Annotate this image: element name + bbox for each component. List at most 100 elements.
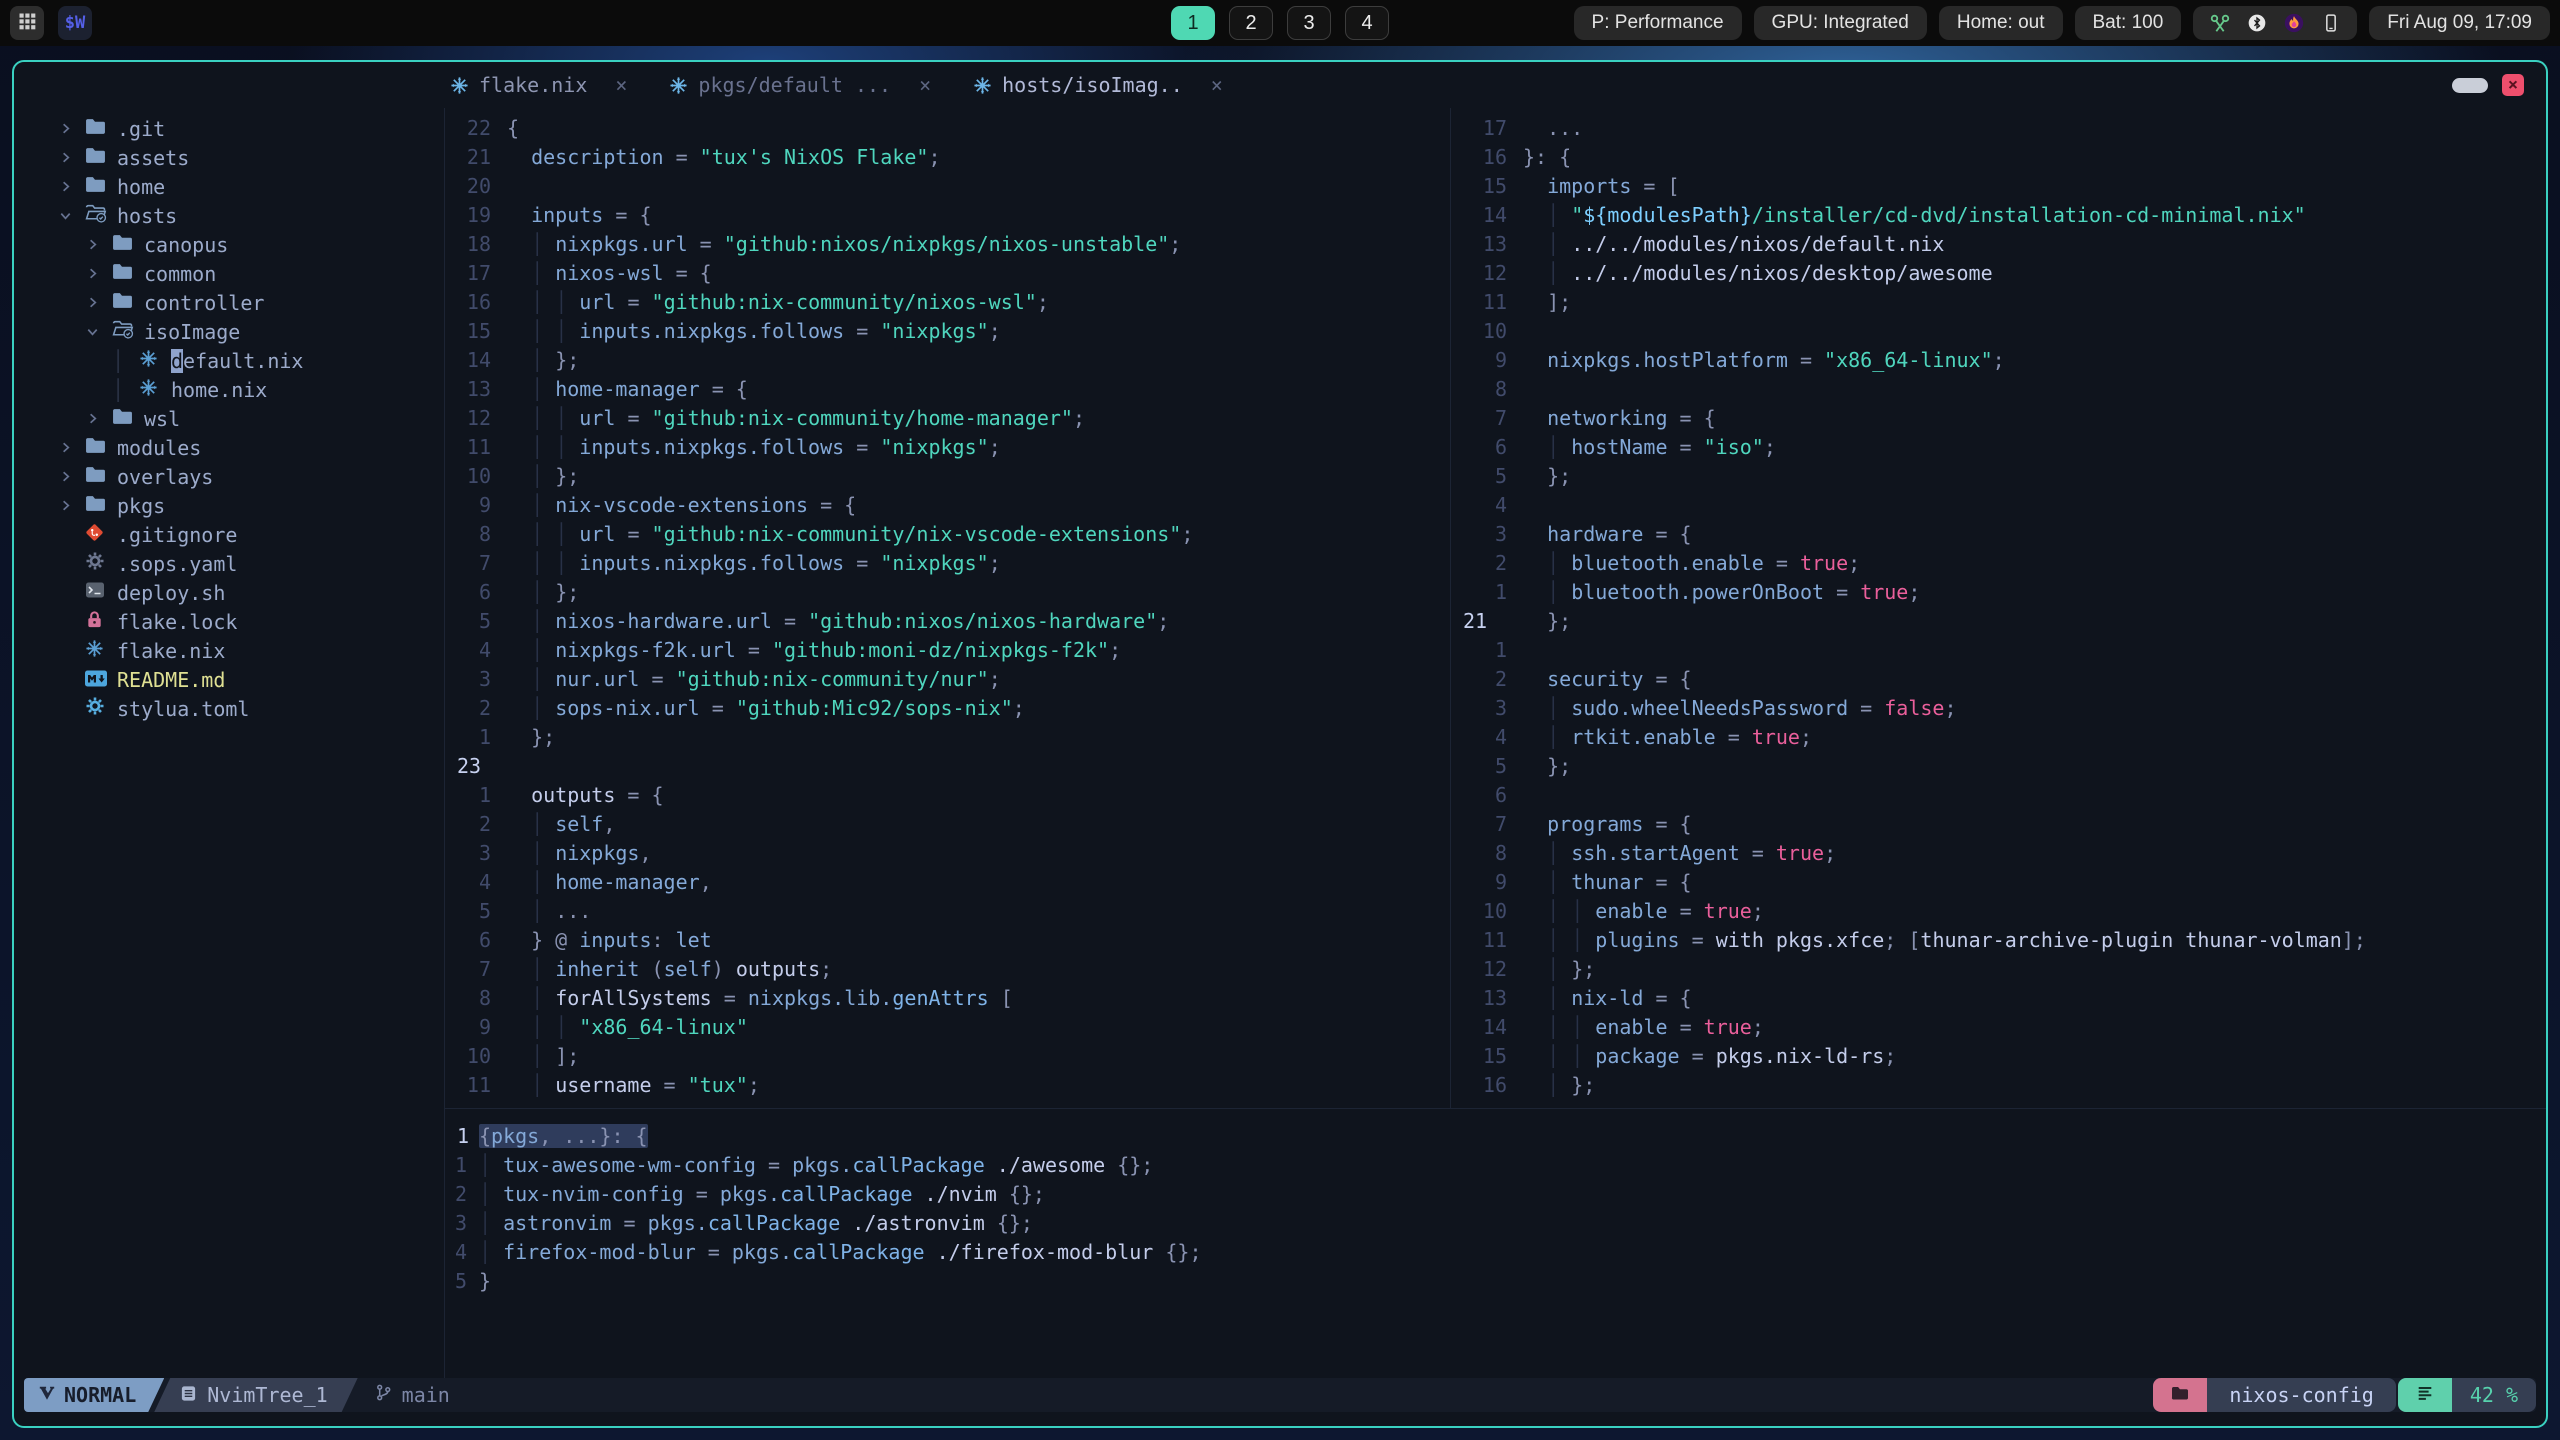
workspace-button-4[interactable]: 4: [1345, 6, 1389, 40]
close-button[interactable]: ×: [2502, 74, 2524, 96]
code-line[interactable]: 22{: [445, 114, 1450, 143]
code-line[interactable]: 10 │ ];: [445, 1042, 1450, 1071]
code-line[interactable]: 6: [1451, 781, 2546, 810]
code-line[interactable]: 8 │ │ url = "github:nix-community/nix-vs…: [445, 520, 1450, 549]
tab-close-icon[interactable]: ×: [1211, 73, 1223, 97]
code-line[interactable]: 2 │ sops-nix.url = "github:Mic92/sops-ni…: [445, 694, 1450, 723]
code-line[interactable]: 16 │ │ url = "github:nix-community/nixos…: [445, 288, 1450, 317]
workspace-button-2[interactable]: 2: [1229, 6, 1273, 40]
code-line[interactable]: 18 │ nixpkgs.url = "github:nixos/nixpkgs…: [445, 230, 1450, 259]
tree-item-controller[interactable]: controller: [14, 288, 444, 317]
window-toggle-pill[interactable]: [2452, 77, 2488, 93]
workspace-button-3[interactable]: 3: [1287, 6, 1331, 40]
code-line[interactable]: 1 };: [445, 723, 1450, 752]
code-line[interactable]: 17 │ nixos-wsl = {: [445, 259, 1450, 288]
editor-flake-nix[interactable]: 22{21 description = "tux's NixOS Flake";…: [445, 108, 1450, 1114]
tree-item-home-nix[interactable]: │ home.nix: [14, 375, 444, 404]
code-line[interactable]: 7 networking = {: [1451, 404, 2546, 433]
code-line[interactable]: 16}: {: [1451, 143, 2546, 172]
code-line[interactable]: 10 │ │ enable = true;: [1451, 897, 2546, 926]
code-line[interactable]: 21 description = "tux's NixOS Flake";: [445, 143, 1450, 172]
code-line[interactable]: 12 │ ../../modules/nixos/desktop/awesome: [1451, 259, 2546, 288]
tree-item-readme-md[interactable]: README.md: [14, 665, 444, 694]
code-line[interactable]: 23: [445, 752, 1450, 781]
code-line[interactable]: 3 │ nixpkgs,: [445, 839, 1450, 868]
code-line[interactable]: 15 │ │ package = pkgs.nix-ld-rs;: [1451, 1042, 2546, 1071]
code-line[interactable]: 12 │ };: [1451, 955, 2546, 984]
code-line[interactable]: 11 │ username = "tux";: [445, 1071, 1450, 1100]
code-line[interactable]: 8 │ forAllSystems = nixpkgs.lib.genAttrs…: [445, 984, 1450, 1013]
code-line[interactable]: 2 │ tux-nvim-config = pkgs.callPackage ./…: [445, 1180, 2546, 1209]
code-line[interactable]: 6 │ };: [445, 578, 1450, 607]
code-line[interactable]: 2 │ self,: [445, 810, 1450, 839]
code-line[interactable]: 6 } @ inputs: let: [445, 926, 1450, 955]
tree-item-home[interactable]: home: [14, 172, 444, 201]
code-line[interactable]: 9 nixpkgs.hostPlatform = "x86_64-linux";: [1451, 346, 2546, 375]
code-line[interactable]: 1 outputs = {: [445, 781, 1450, 810]
code-line[interactable]: 1: [1451, 636, 2546, 665]
tree-item-wsl[interactable]: wsl: [14, 404, 444, 433]
tree-item-flake-nix[interactable]: flake.nix: [14, 636, 444, 665]
apps-grid-button[interactable]: [10, 6, 44, 40]
tree-item-default-nix[interactable]: │ default.nix: [14, 346, 444, 375]
code-line[interactable]: 3 │ astronvim = pkgs.callPackage ./astron…: [445, 1209, 2546, 1238]
code-line[interactable]: 3 │ sudo.wheelNeedsPassword = false;: [1451, 694, 2546, 723]
bluetooth-icon[interactable]: [2247, 13, 2267, 33]
code-line[interactable]: 4: [1451, 491, 2546, 520]
tree-item-canopus[interactable]: canopus: [14, 230, 444, 259]
code-line[interactable]: 8: [1451, 375, 2546, 404]
code-line[interactable]: 5 };: [1451, 462, 2546, 491]
code-line[interactable]: 1 │ tux-awesome-wm-config = pkgs.callPack…: [445, 1151, 2546, 1180]
code-line[interactable]: 16 │ };: [1451, 1071, 2546, 1100]
tree-item--git[interactable]: .git: [14, 114, 444, 143]
code-line[interactable]: 1 │ bluetooth.powerOnBoot = true;: [1451, 578, 2546, 607]
code-line[interactable]: 2 security = {: [1451, 665, 2546, 694]
code-line[interactable]: 11 │ │ plugins = with pkgs.xfce; [thunar…: [1451, 926, 2546, 955]
tree-item--gitignore[interactable]: .gitignore: [14, 520, 444, 549]
code-line[interactable]: 10 │ };: [445, 462, 1450, 491]
tree-item-modules[interactable]: modules: [14, 433, 444, 462]
code-line[interactable]: 8 │ ssh.startAgent = true;: [1451, 839, 2546, 868]
code-line[interactable]: 4 │ firefox-mod-blur = pkgs.callPackage .…: [445, 1238, 2546, 1267]
tree-item--sops-yaml[interactable]: .sops.yaml: [14, 549, 444, 578]
tab-pkgs-default-[interactable]: pkgs/default ... ×: [669, 73, 931, 97]
tab-close-icon[interactable]: ×: [615, 73, 627, 97]
tree-item-common[interactable]: common: [14, 259, 444, 288]
code-line[interactable]: 17 ...: [1451, 114, 2546, 143]
code-line[interactable]: 14 │ };: [445, 346, 1450, 375]
tab-close-icon[interactable]: ×: [919, 73, 931, 97]
tree-item-assets[interactable]: assets: [14, 143, 444, 172]
code-line[interactable]: 11 ];: [1451, 288, 2546, 317]
code-line[interactable]: 21 };: [1451, 607, 2546, 636]
code-line[interactable]: 10: [1451, 317, 2546, 346]
tree-item-flake-lock[interactable]: flake.lock: [14, 607, 444, 636]
code-line[interactable]: 9 │ thunar = {: [1451, 868, 2546, 897]
workspace-app-button[interactable]: $W: [58, 6, 92, 40]
code-line[interactable]: 4 │ home-manager,: [445, 868, 1450, 897]
tree-item-isoimage[interactable]: isoImage: [14, 317, 444, 346]
tree-item-pkgs[interactable]: pkgs: [14, 491, 444, 520]
code-line[interactable]: 11 │ │ inputs.nixpkgs.follows = "nixpkgs…: [445, 433, 1450, 462]
code-line[interactable]: 19 inputs = {: [445, 201, 1450, 230]
workspace-button-1[interactable]: 1: [1171, 6, 1215, 40]
code-line[interactable]: 4 │ nixpkgs-f2k.url = "github:moni-dz/ni…: [445, 636, 1450, 665]
code-line[interactable]: 4 │ rtkit.enable = true;: [1451, 723, 2546, 752]
code-line[interactable]: 7 programs = {: [1451, 810, 2546, 839]
editor-pkgs-default-nix[interactable]: 1 {pkgs, ...}: {1 │ tux-awesome-wm-config …: [445, 1109, 2546, 1393]
code-line[interactable]: 3 │ nur.url = "github:nix-community/nur"…: [445, 665, 1450, 694]
tree-item-deploy-sh[interactable]: deploy.sh: [14, 578, 444, 607]
code-line[interactable]: 1 {pkgs, ...}: {: [445, 1122, 2546, 1151]
code-line[interactable]: 2 │ bluetooth.enable = true;: [1451, 549, 2546, 578]
code-line[interactable]: 14 │ "${modulesPath}/installer/cd-dvd/in…: [1451, 201, 2546, 230]
code-line[interactable]: 15 imports = [: [1451, 172, 2546, 201]
code-line[interactable]: 5 │ nixos-hardware.url = "github:nixos/n…: [445, 607, 1450, 636]
nvimtree-file-explorer[interactable]: .git assets home hosts canopus common controll…: [14, 108, 444, 1378]
tab-flake-nix[interactable]: flake.nix ×: [450, 73, 627, 97]
code-line[interactable]: 9 │ │ "x86_64-linux": [445, 1013, 1450, 1042]
flame-icon[interactable]: [2283, 12, 2305, 34]
scissors-icon[interactable]: [2209, 12, 2231, 34]
code-line[interactable]: 3 hardware = {: [1451, 520, 2546, 549]
tree-item-overlays[interactable]: overlays: [14, 462, 444, 491]
tree-item-hosts[interactable]: hosts: [14, 201, 444, 230]
code-line[interactable]: 7 │ │ inputs.nixpkgs.follows = "nixpkgs"…: [445, 549, 1450, 578]
